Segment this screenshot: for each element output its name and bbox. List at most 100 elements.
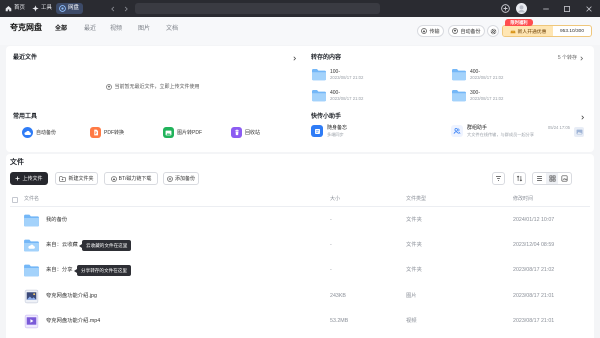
column-size[interactable]: 大小 [330, 196, 340, 203]
image-file-icon [24, 289, 39, 304]
transfer-button[interactable]: 传输 [417, 25, 444, 37]
tool-auto-backup-label: 自动备份 [36, 130, 57, 136]
saved-item[interactable]: 400- 2023/08/17 21:02 [311, 89, 363, 102]
column-name[interactable]: 文件名 [24, 196, 39, 203]
tool-auto-backup[interactable]: 自动备份 [22, 127, 56, 138]
recycle-bin-icon [231, 127, 242, 138]
maximize-icon [563, 5, 570, 12]
avatar-icon [516, 3, 527, 14]
saved-item[interactable]: 400- 2023/08/17 21:02 [451, 68, 503, 81]
close-button[interactable] [583, 3, 594, 14]
quick-transfer-more-button[interactable] [578, 113, 586, 121]
file-size: - [330, 267, 332, 273]
saved-item[interactable]: 100- 2023/08/17 21:02 [311, 68, 363, 81]
quick-item-title: 群组助手 [467, 125, 488, 131]
minimize-icon [542, 8, 549, 9]
thumbnail-view-button[interactable] [558, 173, 571, 184]
table-row[interactable]: 来自：分享 分享转存的文件在这里 - 文件夹 2023/08/17 21:02 [6, 258, 594, 283]
tab-recent[interactable]: 最近 [84, 25, 96, 33]
tab-document[interactable]: 文档 [166, 25, 178, 33]
tool-image-to-pdf[interactable]: 图片转PDF [163, 127, 202, 138]
tab-cloud-drive[interactable]: 网盘 [56, 3, 84, 14]
tab-all[interactable]: 全部 [55, 25, 67, 33]
list-view-button[interactable] [533, 173, 546, 184]
recent-files-title[interactable]: 最近文件 [13, 54, 37, 62]
column-modified[interactable]: 修改时间 [513, 196, 533, 203]
minimize-button[interactable] [540, 3, 551, 14]
table-row[interactable]: 来自：云收藏 云收藏的文件在这里 - 文件夹 2023/12/04 08:59 [6, 233, 594, 258]
tab-image[interactable]: 图片 [138, 25, 150, 33]
backup-icon [452, 28, 459, 34]
tool-pdf-convert[interactable]: PDF转换 [90, 127, 124, 138]
quick-item-subtitle: 大文件在线传输，与群成员一起分享 [467, 132, 535, 137]
auto-backup-label: 自动备份 [460, 28, 481, 35]
search-input[interactable] [135, 3, 380, 14]
tool-recycle-bin[interactable]: 回收站 [231, 127, 260, 138]
promo-banner[interactable]: 新人开通优惠 953.10/300 [502, 25, 592, 37]
file-type: 文件夹 [406, 217, 422, 223]
filter-icon [496, 176, 501, 181]
tab-home[interactable]: 首页 [2, 3, 29, 14]
title-bar: 首页 工具 网盘 [0, 0, 600, 17]
auto-backup-button[interactable]: 自动备份 [448, 25, 485, 37]
file-name[interactable]: 夸克网盘功能介绍.mp4 [46, 318, 100, 325]
table-row[interactable]: 夸克网盘功能介绍.jpg 243KB 图片 2023/08/17 21:01 [6, 284, 594, 309]
new-folder-button[interactable]: 新建文件夹 [55, 172, 98, 185]
forward-button[interactable] [121, 4, 130, 13]
tab-tools-label: 工具 [41, 5, 53, 11]
column-type[interactable]: 文件类型 [406, 196, 426, 203]
page-title: 夸克网盘 [10, 23, 42, 32]
quick-item-subtitle: 多端同步 [327, 132, 344, 137]
settings-button[interactable] [487, 25, 499, 37]
sort-button[interactable] [513, 172, 526, 185]
file-type: 视频 [406, 318, 417, 324]
image-to-pdf-icon [163, 127, 174, 138]
quick-item-memo[interactable]: 随身备忘 多端同步 [311, 125, 431, 139]
avatar[interactable] [516, 3, 527, 14]
group-icon [451, 125, 463, 137]
recent-files-more-button[interactable] [290, 54, 298, 62]
storage-usage: 953.10/300 [559, 28, 584, 34]
tab-tools[interactable]: 工具 [29, 3, 56, 14]
folder-tooltip: 分享转存的文件在这里 [74, 265, 131, 276]
recent-files-empty[interactable]: 当前暂无最近文件，立即上传文件使用 [6, 83, 300, 90]
upload-button[interactable]: 上传文件 [10, 172, 48, 185]
file-name[interactable]: 来自：云收藏 [46, 242, 78, 249]
header-divider [10, 206, 590, 207]
file-name[interactable]: 我的备份 [46, 217, 67, 224]
view-switcher [532, 172, 572, 185]
group-thumbnail [574, 127, 584, 137]
grid-view-icon [549, 175, 555, 182]
crown-icon [510, 29, 516, 33]
folder-icon [24, 214, 39, 227]
saved-item[interactable]: 300- 2023/08/17 21:02 [451, 89, 503, 102]
saved-item-date: 2023/08/17 21:02 [330, 74, 364, 80]
select-all-checkbox[interactable] [12, 197, 18, 203]
sort-icon [516, 175, 523, 182]
upload-button-label: 上传文件 [22, 176, 43, 182]
plus-circle-icon [501, 4, 510, 13]
table-row[interactable]: 我的备份 - 文件夹 2024/01/12 10:07 [6, 208, 594, 233]
quick-transfer-title: 快传小助手 [311, 114, 342, 120]
maximize-button[interactable] [561, 3, 572, 14]
saved-content-more-button[interactable]: 5 个转存 [558, 54, 584, 62]
file-name[interactable]: 来自：分享 [46, 267, 73, 274]
add-backup-button[interactable]: 添加备份 [163, 172, 199, 185]
folder-icon [24, 264, 39, 277]
saved-item-date: 2023/08/17 21:02 [470, 74, 504, 80]
quick-item-group[interactable]: 群组助手 05/24 17:05 大文件在线传输，与群成员一起分享 [451, 125, 584, 139]
folder-icon [24, 239, 39, 252]
table-row[interactable]: 夸克网盘功能介绍.mp4 53.2MB 视频 2023/08/17 21:01 [6, 309, 594, 334]
file-name[interactable]: 夸克网盘功能介绍.jpg [46, 293, 97, 300]
file-size: 53.2MB [330, 318, 349, 324]
add-backup-icon [167, 175, 173, 182]
file-modified: 2024/01/12 10:07 [513, 217, 555, 223]
bt-download-button[interactable]: BT/磁力链下载 [104, 172, 158, 185]
back-button[interactable] [108, 4, 117, 13]
file-modified: 2023/12/04 08:59 [513, 242, 555, 248]
filter-button[interactable] [492, 172, 505, 185]
tab-video[interactable]: 视频 [110, 25, 122, 33]
grid-view-button[interactable] [545, 173, 559, 184]
add-tab-button[interactable] [500, 3, 511, 14]
thumbnail-view-icon [561, 175, 568, 182]
